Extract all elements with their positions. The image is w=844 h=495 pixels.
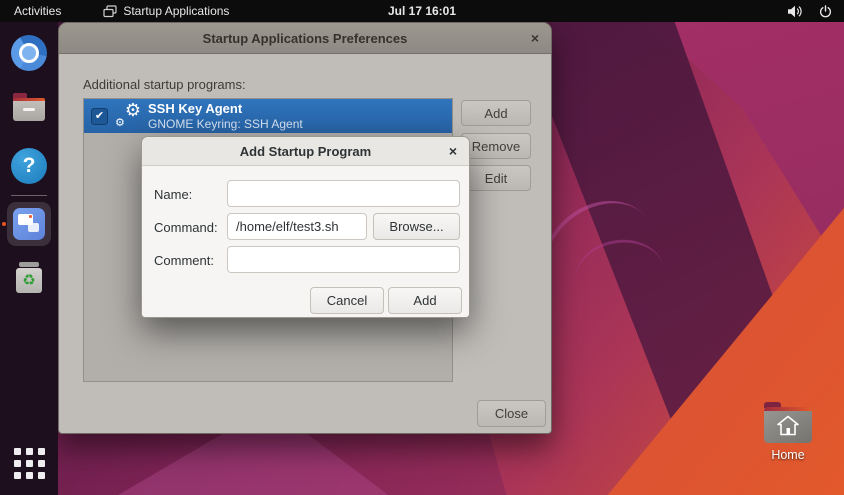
grid-dot: [26, 472, 33, 479]
dialog-title: Add Startup Program: [239, 143, 372, 159]
section-label: Additional startup programs:: [83, 77, 246, 92]
close-button[interactable]: Close: [477, 400, 546, 427]
dock-item-trash[interactable]: ♻: [0, 262, 58, 293]
edit-button[interactable]: Edit: [461, 165, 531, 191]
grid-dot: [26, 448, 33, 455]
window-titlebar[interactable]: Startup Applications Preferences ×: [59, 23, 551, 54]
gears-icon: ⚙ ⚙: [115, 100, 141, 129]
list-item-subtitle: GNOME Keyring: SSH Agent: [148, 116, 303, 131]
dialog-titlebar[interactable]: Add Startup Program ×: [142, 137, 469, 166]
volume-icon[interactable]: [788, 5, 803, 18]
dock-separator: [11, 195, 47, 196]
command-field[interactable]: [227, 213, 367, 240]
folder-slot: [23, 108, 35, 112]
dialog-close-button[interactable]: ×: [449, 137, 457, 165]
dialog-add-button[interactable]: Add: [388, 287, 462, 314]
running-indicator-dot: [2, 222, 6, 226]
home-icon-label: Home: [771, 448, 805, 462]
browse-button[interactable]: Browse...: [373, 213, 460, 240]
window-title: Startup Applications Preferences: [202, 30, 408, 46]
app-menu-label: Startup Applications: [123, 4, 230, 18]
add-button[interactable]: Add: [461, 100, 531, 126]
clock[interactable]: Jul 17 16:01: [388, 4, 456, 18]
home-folder-icon: [764, 402, 812, 443]
desktop-home-icon[interactable]: Home: [762, 402, 814, 462]
system-status-area[interactable]: [788, 0, 832, 22]
dock-item-help[interactable]: ?: [0, 148, 58, 184]
list-item-text: SSH Key Agent GNOME Keyring: SSH Agent: [148, 101, 303, 131]
desktop-screen: Home Activities Startup Applications Jul…: [0, 0, 844, 495]
window-close-button[interactable]: ×: [531, 23, 539, 53]
activities-button[interactable]: Activities: [14, 4, 61, 18]
app-menu[interactable]: Startup Applications: [103, 4, 229, 18]
active-app-highlight: [7, 202, 51, 246]
name-label: Name:: [154, 187, 193, 202]
window-shape: [28, 223, 39, 232]
add-startup-program-dialog: Add Startup Program × Name: Command: Bro…: [141, 136, 470, 318]
question-mark-glyph: ?: [22, 154, 36, 177]
comment-field[interactable]: [227, 246, 460, 273]
show-applications-button[interactable]: [14, 448, 45, 479]
remove-button[interactable]: Remove: [461, 133, 531, 159]
house-icon: [777, 415, 799, 435]
dock-item-startup-applications[interactable]: [0, 202, 58, 246]
grid-dot: [38, 460, 45, 467]
command-label: Command:: [154, 220, 218, 235]
name-field[interactable]: [227, 180, 460, 207]
help-icon: ?: [11, 148, 47, 184]
window-stack-icon: [103, 4, 117, 17]
dock-item-chromium[interactable]: [0, 35, 58, 71]
grid-dot: [26, 460, 33, 467]
startup-applications-icon: [13, 208, 45, 240]
dock: ? ♻: [0, 22, 58, 495]
list-item-title: SSH Key Agent: [148, 101, 243, 116]
cancel-button[interactable]: Cancel: [310, 287, 384, 314]
grid-dot: [14, 472, 21, 479]
enabled-checkbox[interactable]: ✔: [91, 107, 108, 125]
trash-icon: ♻: [15, 262, 43, 293]
recycle-glyph: ♻: [16, 268, 42, 293]
files-icon: [13, 93, 45, 121]
power-icon[interactable]: [819, 4, 832, 18]
list-item-ssh-key-agent[interactable]: ✔ ⚙ ⚙ SSH Key Agent GNOME Keyring: SSH A…: [84, 99, 452, 133]
grid-dot: [38, 448, 45, 455]
chromium-icon: [11, 35, 47, 71]
window-dot: [29, 215, 32, 218]
grid-dot: [14, 448, 21, 455]
top-bar: Activities Startup Applications Jul 17 1…: [0, 0, 844, 22]
grid-dot: [14, 460, 21, 467]
comment-label: Comment:: [154, 253, 214, 268]
grid-dot: [38, 472, 45, 479]
dock-item-files[interactable]: [0, 90, 58, 121]
